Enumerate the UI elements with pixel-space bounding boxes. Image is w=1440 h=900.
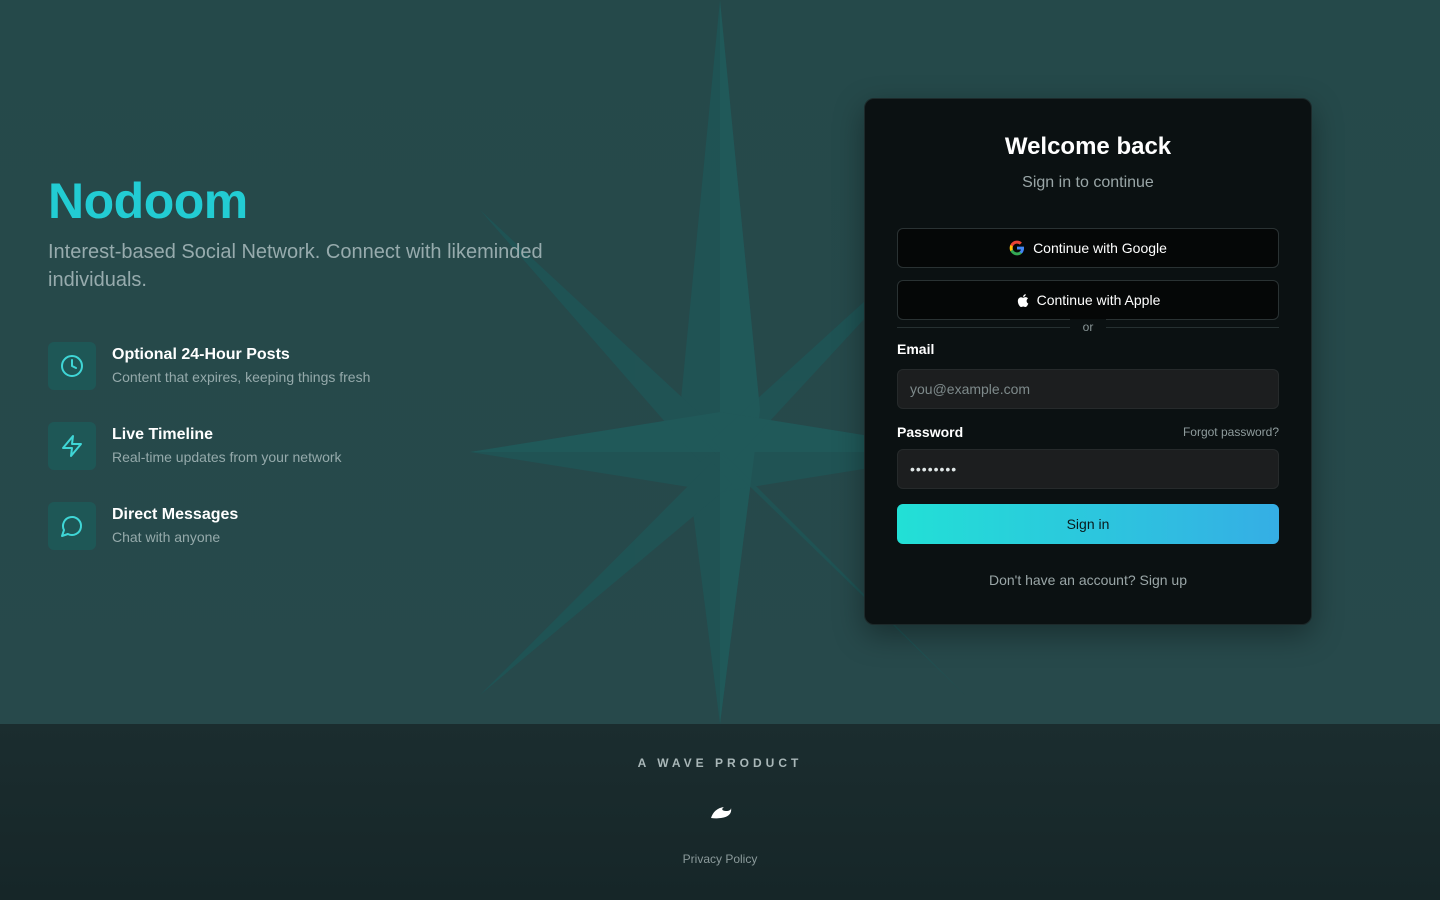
feature-description: Real-time updates from your network xyxy=(112,449,342,465)
email-field[interactable] xyxy=(897,369,1279,409)
google-icon xyxy=(1009,240,1025,256)
brand-name: Nodoom xyxy=(48,173,248,229)
feature-item: Live Timeline Real-time updates from you… xyxy=(48,422,568,470)
feature-item: Optional 24-Hour Posts Content that expi… xyxy=(48,342,568,390)
password-label: Password xyxy=(897,424,964,440)
google-button-label: Continue with Google xyxy=(1033,240,1167,256)
feature-icon-box xyxy=(48,342,96,390)
feature-icon-box xyxy=(48,422,96,470)
brand-tagline: Interest-based Social Network. Connect w… xyxy=(48,241,543,291)
apple-signin-button[interactable]: Continue with Apple xyxy=(897,280,1279,320)
login-subtitle: Sign in to continue xyxy=(1022,174,1154,191)
wave-logo-icon xyxy=(711,807,732,819)
hero-section: Nodoom Interest-based Social Network. Co… xyxy=(0,0,1440,724)
feature-item: Direct Messages Chat with anyone xyxy=(48,502,568,550)
apple-button-label: Continue with Apple xyxy=(1036,292,1161,308)
signup-link[interactable]: Don't have an account? Sign up xyxy=(865,572,1311,588)
footer: A WAVE PRODUCT Privacy Policy xyxy=(0,724,1440,900)
feature-description: Chat with anyone xyxy=(112,529,221,545)
clock-icon xyxy=(61,355,83,377)
apple-icon xyxy=(1017,293,1028,307)
forgot-password-link[interactable]: Forgot password? xyxy=(1183,425,1279,439)
login-title: Welcome back xyxy=(1004,133,1172,160)
divider-label: or xyxy=(1070,319,1106,335)
message-icon xyxy=(61,516,82,537)
feature-title: Live Timeline xyxy=(112,426,214,443)
login-card: Welcome back Sign in to continue Continu… xyxy=(864,98,1312,625)
feature-title: Direct Messages xyxy=(112,506,239,523)
feature-description: Content that expires, keeping things fre… xyxy=(112,369,371,385)
sign-in-button[interactable]: Sign in xyxy=(897,504,1279,544)
google-signin-button[interactable]: Continue with Google xyxy=(897,228,1279,268)
product-label: A WAVE PRODUCT xyxy=(637,756,803,770)
privacy-policy-link[interactable]: Privacy Policy xyxy=(0,852,1440,866)
feature-icon-box xyxy=(48,502,96,550)
password-field[interactable] xyxy=(897,449,1279,489)
lightning-icon xyxy=(62,435,82,457)
email-label: Email xyxy=(897,341,935,357)
feature-title: Optional 24-Hour Posts xyxy=(112,346,290,363)
